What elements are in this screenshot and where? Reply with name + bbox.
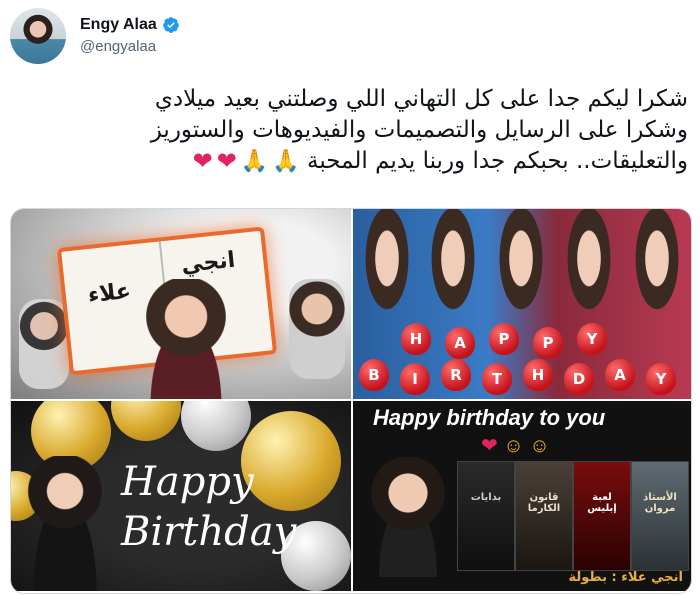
banner-emojis: ❤ ☺ ☺ [481,433,550,458]
media-image-1[interactable]: انجي علاء [11,209,351,399]
media-image-4[interactable]: Happy birthday to you ❤ ☺ ☺ بدايات قانون… [353,401,691,591]
letter-balloon: A [605,359,635,391]
avatar[interactable] [10,8,66,64]
poster-title-3: لعبة إبليس [587,492,617,514]
portrait-face [623,209,691,339]
folded-hands-icon: 🙏 [272,149,300,174]
tweet-line-2: وشكرا على الرسايل والتصميمات والفيديوهات… [150,117,688,143]
name-text-top: انجي [180,247,237,279]
red-heart-icon: ❤ [216,147,237,175]
birthday-script-text: Birthday [121,509,297,555]
tweet-line-1: شكرا ليكم جدا على كل التهاني اللي وصلتني… [154,86,688,112]
tweet-text: شكرا ليكم جدا على كل التهاني اللي وصلتني… [12,84,688,177]
author-display-name[interactable]: Engy Alaa [80,16,157,34]
starring-credit: انجي علاء : بطولة [568,570,684,585]
folded-hands-icon: 🙏 [240,149,269,174]
tweet-header: Engy Alaa @engyalaa [10,8,690,68]
party-face-icon: ☺ [503,435,524,457]
letter-balloon: H [401,323,431,355]
letter-balloon: A [445,327,475,359]
red-heart-icon: ❤ [192,147,213,175]
girl-figure-right [289,279,345,379]
author-handle[interactable]: @engyalaa [80,38,180,55]
red-heart-icon: ❤ [481,435,498,457]
author-info: Engy Alaa @engyalaa [80,16,180,55]
emoji-row: ❤ ❤ 🙏 🙏 [193,146,300,177]
media-image-2[interactable]: HAPPY BIRTHDAY [353,209,691,399]
media-grid: انجي علاء HAPPY BIRTHDAY Happy Birthday … [10,208,692,594]
portrait-face [555,209,623,339]
name-text-bottom: علاء [86,278,133,309]
letter-balloon: T [482,363,512,395]
party-face-icon: ☺ [529,435,550,457]
banner-title: Happy birthday to you [373,405,606,430]
poster-title-4: الأستاذ مروان [643,492,677,514]
letter-balloon: Y [577,323,607,355]
media-image-3[interactable]: Happy Birthday [11,401,351,591]
letter-balloon: R [441,359,471,391]
portrait-face [419,209,487,339]
portrait-figure [19,456,111,591]
tweet-line-3: والتعليقات.. بحبكم جدا وربنا يديم المحبة [306,148,688,174]
portrait-figure [131,279,241,399]
silver-balloon [181,401,251,451]
verified-badge-icon [162,17,179,33]
poster-4: الأستاذ مروان [631,461,689,571]
gold-balloon [241,411,341,511]
poster-2: قانون الكارما [515,461,573,571]
letter-balloon: H [523,359,553,391]
letter-balloon: I [400,363,430,395]
portrait-face [353,209,421,339]
letter-balloon: B [359,359,389,391]
letter-balloon: P [533,327,563,359]
poster-3: لعبة إبليس [573,461,631,571]
poster-1: بدايات [457,461,515,571]
tweet-line-3-row: والتعليقات.. بحبكم جدا وربنا يديم المحبة… [12,146,688,177]
girl-figure-left [19,299,69,389]
poster-title-2: قانون الكارما [527,492,561,514]
author-name-row[interactable]: Engy Alaa [80,16,180,34]
letter-balloon: D [564,363,594,395]
letter-balloon: Y [646,363,676,395]
portrait-face [487,209,555,339]
happy-script-text: Happy [121,459,254,505]
gold-balloon [111,401,181,441]
letter-balloon: P [489,323,519,355]
poster-title-1: بدايات [470,492,502,503]
portrait-figure [363,457,453,577]
